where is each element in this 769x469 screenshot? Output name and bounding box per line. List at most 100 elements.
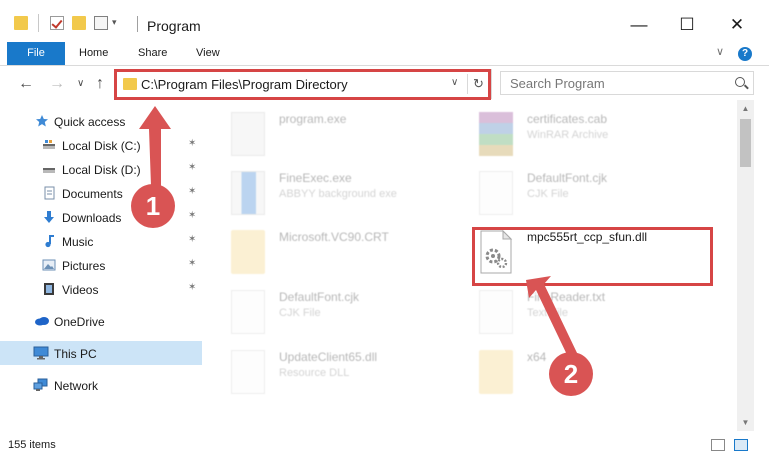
tab-share[interactable]: Share (138, 42, 167, 65)
file-type: ABBYY background exe (279, 188, 397, 200)
customize-toolbar-icon[interactable] (94, 16, 108, 30)
sidebar-item-local-disk-d[interactable]: Local Disk (D:) ✶ (0, 157, 202, 181)
details-view-icon[interactable] (711, 439, 725, 451)
folder-icon[interactable] (14, 16, 28, 30)
item-count: 155 items (8, 439, 56, 451)
file-name: UpdateClient65.dll (279, 350, 378, 364)
file-icon (479, 171, 513, 215)
file-item[interactable]: FineReader.txt Text File (479, 286, 729, 338)
forward-arrow-icon[interactable]: → (49, 75, 65, 93)
navigation-pane: Quick access Local Disk (C:) ✶ Local Dis… (0, 100, 205, 431)
scroll-down-arrow-icon[interactable]: ▼ (737, 414, 754, 431)
address-dropdown-chevron-icon[interactable]: ∨ (451, 77, 458, 88)
sidebar-item-local-disk-c[interactable]: Local Disk (C:) ✶ (0, 133, 202, 157)
sidebar-item-label: Videos (62, 283, 99, 297)
pin-icon[interactable]: ✶ (188, 234, 196, 245)
sidebar-item-network[interactable]: Network (0, 373, 202, 397)
search-input[interactable]: Search Program (510, 76, 605, 91)
exe-icon (231, 112, 265, 156)
sidebar-item-label: Documents (62, 187, 123, 201)
sidebar-item-videos[interactable]: Videos ✶ (0, 277, 202, 301)
status-bar: 155 items (0, 431, 769, 461)
vertical-scrollbar[interactable]: ▲ ▼ (737, 100, 754, 431)
ribbon-tabs: File Home Share View ∨ ? (0, 42, 769, 66)
sidebar-item-label: This PC (54, 347, 97, 361)
file-item-highlighted[interactable]: mpc555rt_ccp_sfun.dll (479, 226, 729, 278)
sidebar-item-pictures[interactable]: Pictures ✶ (0, 253, 202, 277)
address-bar[interactable]: C:\Program Files\Program Directory ∨ ↻ (114, 69, 492, 99)
file-item[interactable]: program.exe (231, 108, 481, 160)
new-folder-icon[interactable] (72, 16, 86, 30)
sidebar-item-label: Local Disk (D:) (62, 163, 141, 177)
file-item[interactable]: certificates.cab WinRAR Archive (479, 108, 729, 160)
sidebar-item-music[interactable]: Music ✶ (0, 229, 202, 253)
sidebar-item-label: Music (62, 235, 94, 249)
documents-icon (44, 186, 55, 200)
file-type: CJK File (527, 188, 569, 200)
exe-icon (231, 171, 265, 215)
sidebar-item-quick-access[interactable]: Quick access (0, 109, 202, 133)
pictures-icon (42, 259, 56, 271)
videos-icon (44, 283, 54, 295)
title-separator (137, 16, 138, 32)
minimize-button[interactable]: — (616, 10, 662, 40)
pin-icon[interactable]: ✶ (188, 258, 196, 269)
pin-icon[interactable]: ✶ (188, 138, 196, 149)
file-item[interactable]: UpdateClient65.dll Resource DLL (231, 346, 481, 398)
large-icons-view-icon[interactable] (734, 439, 748, 451)
file-item[interactable]: DefaultFont.cjk CJK File (231, 286, 481, 338)
sidebar-item-label: OneDrive (54, 315, 105, 329)
file-name: DefaultFont.cjk (527, 171, 608, 185)
file-name: FineReader.txt (527, 290, 606, 304)
navigation-bar: ← → ∨ ↑ C:\Program Files\Program Directo… (0, 67, 769, 100)
file-item[interactable]: FineExec.exe ABBYY background exe (231, 167, 481, 219)
sidebar-item-this-pc[interactable]: This PC (0, 341, 202, 365)
pin-icon[interactable]: ✶ (188, 210, 196, 221)
scroll-up-arrow-icon[interactable]: ▲ (737, 100, 754, 117)
pin-icon[interactable]: ✶ (188, 186, 196, 197)
drive-icon (43, 140, 55, 149)
sidebar-item-label: Quick access (54, 115, 126, 129)
drive-icon (43, 168, 55, 173)
properties-check-icon[interactable] (50, 16, 64, 30)
file-list: program.exe certificates.cab WinRAR Arch… (207, 100, 737, 431)
file-item[interactable]: Microsoft.VC90.CRT (231, 226, 481, 278)
tab-file[interactable]: File (7, 42, 65, 65)
file-type: Resource DLL (279, 367, 350, 379)
tab-home[interactable]: Home (79, 42, 108, 65)
refresh-icon[interactable]: ↻ (467, 74, 489, 94)
up-arrow-icon[interactable]: ↑ (96, 75, 104, 93)
sidebar-item-onedrive[interactable]: OneDrive (0, 309, 202, 333)
pin-icon[interactable]: ✶ (188, 162, 196, 173)
sidebar-item-label: Downloads (62, 211, 122, 225)
file-name: Microsoft.VC90.CRT (279, 230, 389, 244)
cloud-icon (35, 317, 49, 326)
dll-icon (231, 350, 265, 394)
recent-locations-chevron-icon[interactable]: ∨ (77, 78, 84, 89)
quick-access-dropdown-icon[interactable]: ▾ (112, 17, 117, 28)
file-name: DefaultFont.cjk (279, 290, 360, 304)
help-icon[interactable]: ? (738, 47, 752, 61)
file-name: certificates.cab (527, 112, 608, 126)
file-type: WinRAR Archive (527, 129, 609, 141)
network-icon (33, 378, 48, 391)
tab-view[interactable]: View (196, 42, 220, 65)
scrollbar-thumb[interactable] (740, 119, 751, 167)
maximize-button[interactable]: ☐ (664, 10, 710, 40)
callout-step-1: 1 (131, 184, 175, 228)
ribbon-collapse-chevron-icon[interactable]: ∨ (716, 45, 724, 58)
file-item[interactable]: x64 (479, 346, 729, 398)
callout-step-2: 2 (549, 352, 593, 396)
archive-icon (479, 112, 513, 156)
close-button[interactable]: ✕ (714, 10, 760, 40)
back-arrow-icon[interactable]: ← (18, 75, 34, 93)
search-box[interactable]: Search Program (500, 71, 754, 95)
file-icon (479, 290, 513, 334)
search-icon[interactable] (735, 77, 745, 87)
file-item[interactable]: DefaultFont.cjk CJK File (479, 167, 729, 219)
title-bar: ▾ Program — ☐ ✕ (0, 0, 769, 42)
dll-icon (480, 230, 513, 274)
pin-icon[interactable]: ✶ (188, 282, 196, 293)
address-path[interactable]: C:\Program Files\Program Directory (141, 77, 348, 92)
file-name: mpc555rt_ccp_sfun.dll (527, 230, 648, 244)
